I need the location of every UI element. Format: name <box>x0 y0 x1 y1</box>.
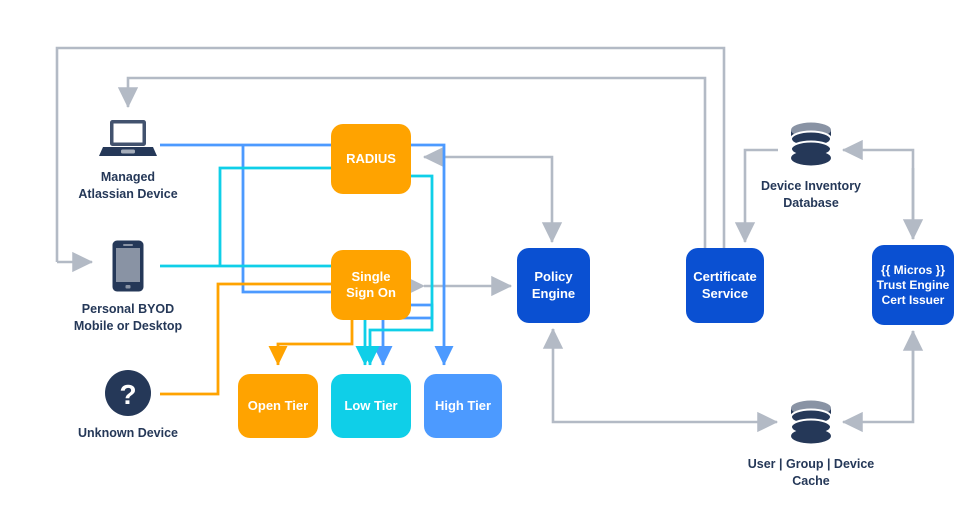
architecture-diagram: Managed Atlassian Device Personal BYOD M… <box>0 0 971 523</box>
node-radius[interactable]: RADIUS <box>331 124 411 194</box>
conn-arrow-to-laptop <box>117 76 707 248</box>
node-trust-engine-cert-issuer[interactable]: {{ Micros }} Trust Engine Cert Issuer <box>872 245 954 325</box>
device-label: Personal BYOD Mobile or Desktop <box>73 302 183 333</box>
mobile-phone-icon <box>112 240 144 292</box>
node-policy-engine[interactable]: Policy Engine <box>517 248 590 323</box>
database-icon <box>790 400 832 444</box>
node-single-sign-on[interactable]: Single Sign On <box>331 250 411 320</box>
datastore-label: Device Inventory Database <box>760 179 862 210</box>
datastore-label: User | Group | Device Cache <box>747 457 875 488</box>
question-mark-icon: ? <box>105 370 151 416</box>
svg-text:?: ? <box>119 379 136 410</box>
node-certificate-service[interactable]: Certificate Service <box>686 248 764 323</box>
node-open-tier[interactable]: Open Tier <box>238 374 318 438</box>
node-high-tier[interactable]: High Tier <box>424 374 502 438</box>
node-low-tier[interactable]: Low Tier <box>331 374 411 438</box>
datastore-user-group-device-cache[interactable]: User | Group | Device Cache <box>730 400 892 490</box>
device-unknown[interactable]: ? Unknown Device <box>62 370 194 442</box>
device-managed-atlassian[interactable]: Managed Atlassian Device <box>62 118 194 203</box>
device-personal-byod[interactable]: Personal BYOD Mobile or Desktop <box>62 240 194 335</box>
laptop-icon <box>99 120 157 156</box>
device-label: Managed Atlassian Device <box>78 170 178 201</box>
datastore-device-inventory[interactable]: Device Inventory Database <box>740 122 882 212</box>
database-icon <box>790 122 832 166</box>
conn-phone-to-radius <box>218 166 331 266</box>
device-label: Unknown Device <box>77 426 179 440</box>
conn-radius-to-high-tier <box>411 143 454 366</box>
conn-sso-to-open-tier <box>268 320 354 366</box>
